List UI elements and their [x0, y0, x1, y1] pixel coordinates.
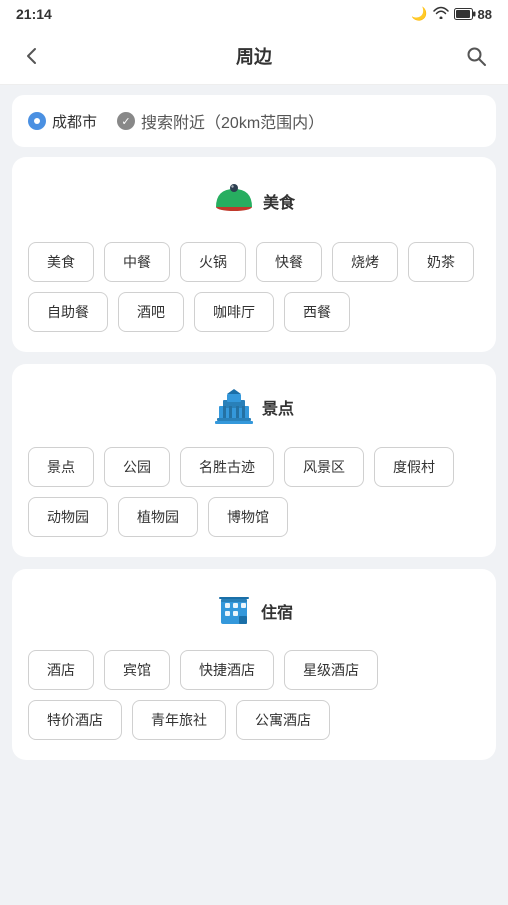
status-bar: 21:14 🌙 88: [0, 0, 508, 28]
moon-icon: 🌙: [411, 6, 427, 22]
tag-酒店[interactable]: 酒店: [28, 650, 94, 690]
city-location[interactable]: 成都市: [28, 111, 97, 132]
battery-icon: 88: [454, 7, 492, 22]
section-food-header: 美食: [28, 177, 480, 224]
section-accommodation: 住宿酒店宾馆快捷酒店星级酒店特价酒店青年旅社公寓酒店: [12, 569, 496, 760]
tag-名胜古迹[interactable]: 名胜古迹: [180, 447, 274, 487]
sections-container: 美食美食中餐火锅快餐烧烤奶茶自助餐酒吧咖啡厅西餐 景点景点公园名胜古迹风景区度假…: [0, 157, 508, 760]
tag-公园[interactable]: 公园: [104, 447, 170, 487]
section-accommodation-header: 住宿: [28, 589, 480, 632]
tag-快餐[interactable]: 快餐: [256, 242, 322, 282]
tag-动物园[interactable]: 动物园: [28, 497, 108, 537]
tag-博物馆[interactable]: 博物馆: [208, 497, 288, 537]
location-bar: 成都市 ✓ 搜索附近（20km范围内）: [12, 95, 496, 147]
tag-青年旅社[interactable]: 青年旅社: [132, 700, 226, 740]
tag-景点[interactable]: 景点: [28, 447, 94, 487]
search-nearby[interactable]: ✓ 搜索附近（20km范围内）: [117, 109, 324, 133]
back-button[interactable]: [16, 40, 48, 72]
section-food-tags: 美食中餐火锅快餐烧烤奶茶自助餐酒吧咖啡厅西餐: [28, 242, 480, 332]
city-name: 成都市: [52, 111, 97, 132]
tag-植物园[interactable]: 植物园: [118, 497, 198, 537]
section-scenery: 景点景点公园名胜古迹风景区度假村动物园植物园博物馆: [12, 364, 496, 557]
page-title: 周边: [48, 43, 460, 69]
section-food: 美食美食中餐火锅快餐烧烤奶茶自助餐酒吧咖啡厅西餐: [12, 157, 496, 352]
location-dot-icon: [28, 112, 46, 130]
battery-level: 88: [478, 7, 492, 22]
tag-自助餐[interactable]: 自助餐: [28, 292, 108, 332]
section-scenery-header: 景点: [28, 384, 480, 429]
tag-美食[interactable]: 美食: [28, 242, 94, 282]
food-section-icon: [213, 177, 255, 224]
tag-风景区[interactable]: 风景区: [284, 447, 364, 487]
tag-中餐[interactable]: 中餐: [104, 242, 170, 282]
status-time: 21:14: [16, 6, 52, 22]
section-food-title: 美食: [263, 189, 295, 213]
section-accommodation-title: 住宿: [261, 599, 293, 623]
tag-星级酒店[interactable]: 星级酒店: [284, 650, 378, 690]
tag-特价酒店[interactable]: 特价酒店: [28, 700, 122, 740]
section-accommodation-tags: 酒店宾馆快捷酒店星级酒店特价酒店青年旅社公寓酒店: [28, 650, 480, 740]
tag-西餐[interactable]: 西餐: [284, 292, 350, 332]
wifi-icon: [433, 6, 449, 22]
check-icon: ✓: [117, 112, 135, 130]
tag-快捷酒店[interactable]: 快捷酒店: [180, 650, 274, 690]
tag-咖啡厅[interactable]: 咖啡厅: [194, 292, 274, 332]
section-scenery-title: 景点: [262, 395, 294, 419]
tag-公寓酒店[interactable]: 公寓酒店: [236, 700, 330, 740]
search-range-text: 搜索附近（20km范围内）: [141, 109, 324, 133]
tag-奶茶[interactable]: 奶茶: [408, 242, 474, 282]
tag-宾馆[interactable]: 宾馆: [104, 650, 170, 690]
landmark-section-icon: [214, 384, 254, 429]
tag-酒吧[interactable]: 酒吧: [118, 292, 184, 332]
tag-火锅[interactable]: 火锅: [180, 242, 246, 282]
header: 周边: [0, 28, 508, 85]
status-icons: 🌙 88: [411, 6, 492, 22]
tag-烧烤[interactable]: 烧烤: [332, 242, 398, 282]
hotel-section-icon: [215, 589, 253, 632]
search-button[interactable]: [460, 40, 492, 72]
tag-度假村[interactable]: 度假村: [374, 447, 454, 487]
section-scenery-tags: 景点公园名胜古迹风景区度假村动物园植物园博物馆: [28, 447, 480, 537]
